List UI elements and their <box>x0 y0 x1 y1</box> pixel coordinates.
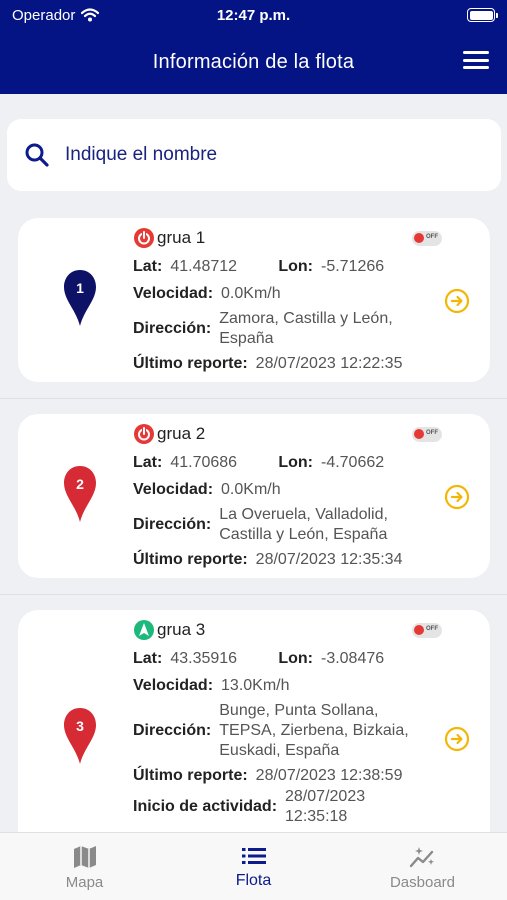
tab-mapa[interactable]: Mapa <box>0 833 169 900</box>
tab-label: Mapa <box>65 874 104 891</box>
search-icon <box>25 143 49 167</box>
battery-icon <box>467 8 498 22</box>
search-bar <box>7 119 501 191</box>
last-report-value: 28/07/2023 12:35:34 <box>255 551 403 568</box>
status-toggle[interactable]: OFF <box>412 622 442 638</box>
speed-value: 0.0Km/h <box>221 285 281 302</box>
app-header: Operador 12:47 p.m. Información de la fl… <box>0 0 507 94</box>
tab-dasboard[interactable]: Dasboard <box>338 833 507 900</box>
arrow-right-circle-icon[interactable] <box>444 726 470 752</box>
hamburger-menu-icon[interactable] <box>463 49 489 71</box>
map-icon <box>73 846 96 868</box>
power-off-icon <box>134 424 154 444</box>
address-value: Zamora, Castilla y León, España <box>219 310 393 347</box>
speed-value: 0.0Km/h <box>221 481 281 498</box>
power-off-icon <box>134 228 154 248</box>
lat-label: Lat: <box>133 454 163 471</box>
map-pin-icon: 3 <box>64 708 96 764</box>
lon-value: -5.71266 <box>320 258 385 275</box>
speed-label: Velocidad: <box>133 481 214 498</box>
arrow-right-circle-icon[interactable] <box>444 288 470 314</box>
vehicle-name: grua 3 <box>157 620 206 639</box>
last-report-value: 28/07/2023 12:38:59 <box>255 767 403 784</box>
list-icon <box>241 848 266 864</box>
lat-value: 41.48712 <box>170 258 238 275</box>
wifi-icon <box>81 8 100 22</box>
status-toggle[interactable]: OFF <box>412 230 442 246</box>
fleet-list: 1 grua 1 OFF Lat: 41.48712 Lon: -5.71266… <box>0 205 507 832</box>
carrier-label: Operador <box>12 6 76 24</box>
pin-number: 3 <box>76 718 84 734</box>
vehicle-card[interactable]: 2 grua 2 OFF Lat: 41.70686 Lon: -4.70662… <box>18 414 490 578</box>
chart-sparkle-icon <box>409 847 434 868</box>
vehicle-name: grua 1 <box>157 228 206 247</box>
address-value: La Overuela, Valladolid, Castilla y León,… <box>219 506 388 543</box>
search-input[interactable] <box>65 144 465 166</box>
speed-value: 13.0Km/h <box>221 677 290 694</box>
map-pin-icon: 2 <box>64 466 96 522</box>
lon-label: Lon: <box>278 258 313 275</box>
vehicle-card[interactable]: 3 grua 3 OFF Lat: 43.35916 Lon: -3.08476 <box>18 610 490 832</box>
lat-label: Lat: <box>133 258 163 275</box>
tab-label: Flota <box>235 872 272 889</box>
tab-flota[interactable]: Flota <box>169 833 338 900</box>
lon-label: Lon: <box>278 650 313 667</box>
speed-label: Velocidad: <box>133 285 214 302</box>
status-toggle[interactable]: OFF <box>412 426 442 442</box>
vehicle-card[interactable]: 1 grua 1 OFF Lat: 41.48712 Lon: -5.71266… <box>18 218 490 382</box>
vehicle-name: grua 2 <box>157 424 206 443</box>
address-label: Dirección: <box>133 516 212 533</box>
pin-number: 2 <box>76 476 84 492</box>
navigation-arrow-icon <box>134 620 154 640</box>
speed-label: Velocidad: <box>133 677 214 694</box>
address-label: Dirección: <box>133 320 212 337</box>
tab-label: Dasboard <box>389 874 456 891</box>
activity-start-label: Inicio de actividad: <box>133 798 278 815</box>
last-report-label: Último reporte: <box>133 355 248 372</box>
activity-start-value: 28/07/2023 12:35:18 <box>285 788 366 825</box>
last-report-value: 28/07/2023 12:22:35 <box>255 355 403 372</box>
lat-label: Lat: <box>133 650 163 667</box>
lat-value: 41.70686 <box>170 454 238 471</box>
address-label: Dirección: <box>133 722 212 739</box>
map-pin-icon: 1 <box>64 270 96 326</box>
page-title: Información de la flota <box>152 50 355 73</box>
lon-label: Lon: <box>278 454 313 471</box>
lat-value: 43.35916 <box>170 650 238 667</box>
address-value: Bunge, Punta Sollana, TEPSA, Zierbena, Bi… <box>219 702 409 759</box>
last-report-label: Último reporte: <box>133 767 248 784</box>
arrow-right-circle-icon[interactable] <box>444 484 470 510</box>
lon-value: -3.08476 <box>320 650 385 667</box>
last-report-label: Último reporte: <box>133 551 248 568</box>
tab-bar: Mapa Flota Dasboard <box>0 832 507 900</box>
lon-value: -4.70662 <box>320 454 385 471</box>
status-bar: Operador 12:47 p.m. <box>0 0 507 30</box>
pin-number: 1 <box>76 280 84 296</box>
